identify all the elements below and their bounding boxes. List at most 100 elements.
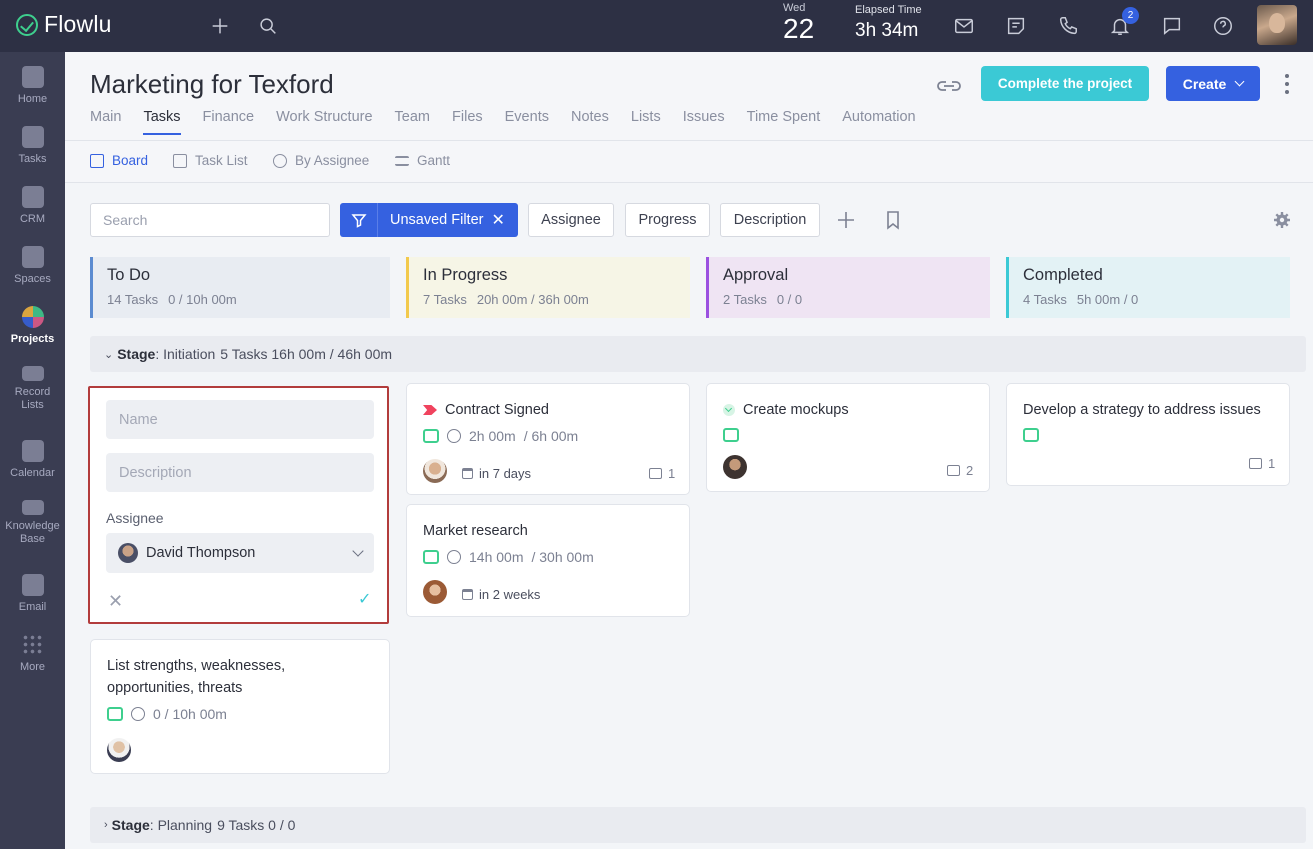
add-filter-icon[interactable] [835,209,857,231]
task-card[interactable]: Market research 14h 00m / 30h 00m in 2 w… [406,504,690,617]
tab-tasks[interactable]: Tasks [143,109,181,135]
tab-work-structure[interactable]: Work Structure [276,109,372,135]
stage-summary: 5 Tasks 16h 00m / 46h 00m [220,346,393,362]
sidebar-item-crm[interactable]: CRM [0,172,65,232]
sidebar-item-projects[interactable]: Projects [0,292,65,352]
tab-main[interactable]: Main [90,109,121,135]
sidebar-item-tasks[interactable]: Tasks [0,112,65,172]
sidebar-item-home[interactable]: Home [0,52,65,112]
low-priority-icon [723,404,735,416]
tab-issues[interactable]: Issues [683,109,725,135]
phone-icon[interactable] [1054,12,1082,40]
column-title: To Do [107,266,151,284]
search-icon[interactable] [254,12,282,40]
stage-initiation[interactable]: ⌄ Stage : Initiation 5 Tasks 16h 00m / 4… [90,336,1306,372]
clear-filter-icon[interactable]: ✕ [491,210,504,230]
task-card[interactable]: Develop a strategy to address issues 1 [1006,383,1290,486]
notes-icon[interactable] [1002,12,1030,40]
user-avatar[interactable] [1257,5,1297,45]
add-icon[interactable] [206,12,234,40]
mail-icon[interactable] [950,12,978,40]
project-header: Marketing for Texford Main Tasks Finance… [65,52,1313,141]
assignee-avatar[interactable] [423,580,447,604]
task-comments[interactable]: 2 [947,463,973,478]
confirm-check-icon[interactable]: ✓ [358,589,371,609]
sidebar-item-calendar[interactable]: Calendar [0,426,65,486]
column-meta: 14 Tasks 0 / 10h 00m [107,292,376,307]
task-comments[interactable]: 1 [649,466,675,481]
cancel-icon[interactable]: ✕ [108,591,123,612]
assignee-avatar[interactable] [723,455,747,479]
link-icon[interactable] [935,74,963,98]
complete-project-button[interactable]: Complete the project [981,66,1149,101]
view-gantt[interactable]: Gantt [395,153,450,168]
assignee-avatar[interactable] [107,738,131,762]
tab-automation[interactable]: Automation [842,109,915,135]
help-icon[interactable] [1209,12,1237,40]
task-description-input[interactable] [106,453,374,492]
stage-label: Stage [117,346,156,362]
calendar-icon [462,589,473,600]
column-time: 20h 00m / 36h 00m [476,292,589,307]
column-in-progress[interactable]: In Progress 7 Tasks 20h 00m / 36h 00m [406,257,690,318]
tab-time-spent[interactable]: Time Spent [747,109,821,135]
list-icon [173,153,187,168]
create-button[interactable]: Create [1166,66,1260,101]
view-board[interactable]: Board [90,153,148,168]
knowledge-base-icon [21,500,44,515]
gear-icon[interactable] [1273,211,1291,229]
chat-icon[interactable] [1158,12,1186,40]
clock-icon [447,550,461,564]
assignee-avatar[interactable] [423,459,447,483]
sidebar-item-knowledge-base[interactable]: Knowledge Base [0,486,65,546]
sidebar-item-spaces[interactable]: Spaces [0,232,65,292]
filter-chip-description[interactable]: Description [720,203,820,237]
stage-planning[interactable]: › Stage : Planning 9 Tasks 0 / 0 [90,807,1306,843]
column-count: 7 Tasks [423,292,467,307]
sidebar-item-label: Home [17,93,48,105]
spaces-icon [21,246,44,268]
active-filter-button[interactable]: Unsaved Filter ✕ [340,203,518,237]
view-by-assignee[interactable]: By Assignee [273,153,369,168]
more-options-icon[interactable] [1279,74,1295,94]
task-card[interactable]: Create mockups 2 [706,383,990,492]
column-todo[interactable]: To Do 14 Tasks 0 / 10h 00m [90,257,390,318]
notification-badge: 2 [1122,7,1139,24]
sidebar-item-record-lists[interactable]: Record Lists [0,352,65,412]
task-title: Contract Signed [423,399,549,421]
tab-lists[interactable]: Lists [631,109,661,135]
tab-team[interactable]: Team [395,109,430,135]
task-name-input[interactable] [106,400,374,439]
bookmark-icon[interactable] [885,210,901,230]
elapsed-time-value[interactable]: 3h 34m [855,20,918,42]
tab-events[interactable]: Events [505,109,549,135]
tab-notes[interactable]: Notes [571,109,609,135]
sidebar-item-label: Calendar [10,467,55,479]
project-icon [107,707,123,721]
app-logo[interactable]: Flowlu [16,11,112,38]
task-card[interactable]: Contract Signed 2h 00m / 6h 00m in 7 day… [406,383,690,495]
tab-files[interactable]: Files [452,109,483,135]
column-title: In Progress [423,266,508,284]
task-comments[interactable]: 1 [1249,456,1275,471]
column-approval[interactable]: Approval 2 Tasks 0 / 0 [706,257,990,318]
app-name: Flowlu [44,11,112,37]
page-title: Marketing for Texford [90,69,334,99]
column-completed[interactable]: Completed 4 Tasks 5h 00m / 0 [1006,257,1290,318]
sidebar-item-email[interactable]: Email [0,560,65,620]
column-meta: 7 Tasks 20h 00m / 36h 00m [423,292,676,307]
assignee-select[interactable]: David Thompson [106,533,374,573]
view-switcher: Board Task List By Assignee Gantt [65,141,1313,183]
sidebar-item-label: Record Lists [14,386,51,411]
clock-icon [447,429,461,443]
search-input[interactable] [90,203,330,237]
filter-chip-progress[interactable]: Progress [625,203,710,237]
sidebar-item-more[interactable]: More [0,620,65,680]
view-task-list[interactable]: Task List [173,153,248,168]
task-time-estimate: / 6h 00m [523,428,579,444]
tab-finance[interactable]: Finance [203,109,255,135]
filter-chip-assignee[interactable]: Assignee [528,203,614,237]
email-icon [21,574,44,596]
task-card[interactable]: List strengths, weaknesses, opportunitie… [90,639,390,774]
stage-label: Stage [111,817,150,833]
